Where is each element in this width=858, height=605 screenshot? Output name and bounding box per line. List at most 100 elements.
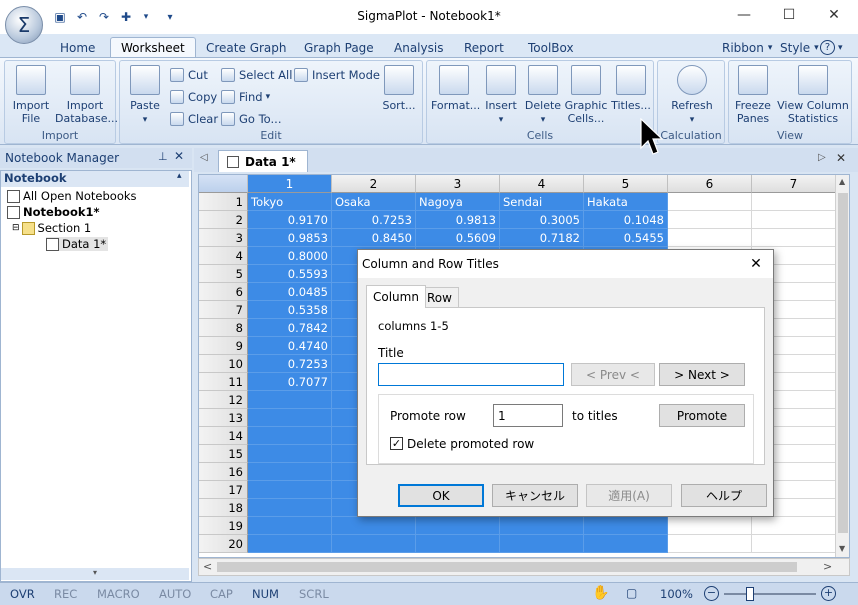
row-header[interactable]: 11 xyxy=(199,373,248,391)
zoom-slider-thumb[interactable] xyxy=(746,587,754,601)
next-button[interactable]: > Next > xyxy=(659,363,745,386)
row-header[interactable]: 13 xyxy=(199,409,248,427)
data-cell[interactable] xyxy=(332,535,416,553)
freeze-panes-button[interactable]: Freeze Panes xyxy=(731,65,775,125)
tab-analysis[interactable]: Analysis xyxy=(384,37,453,58)
close-document-icon[interactable]: ✕ xyxy=(836,151,846,165)
row-header[interactable]: 7 xyxy=(199,301,248,319)
graphic-cells-button[interactable]: Graphic Cells... xyxy=(563,65,609,125)
data-cell[interactable]: 0.9853 xyxy=(248,229,332,247)
data-cell[interactable] xyxy=(248,391,332,409)
collapse-tree-icon[interactable]: ⊟ xyxy=(12,223,20,233)
column-title-cell[interactable] xyxy=(752,193,836,211)
data-cell[interactable] xyxy=(248,517,332,535)
scroll-up-icon[interactable]: ▲ xyxy=(839,177,845,186)
tab-scroll-right-icon[interactable]: ▷ xyxy=(818,152,826,163)
row-header[interactable]: 18 xyxy=(199,499,248,517)
tab-worksheet[interactable]: Worksheet xyxy=(110,37,196,58)
data-cell[interactable]: 0.5455 xyxy=(584,229,668,247)
column-header[interactable]: 4 xyxy=(500,175,584,193)
data-cell[interactable] xyxy=(248,535,332,553)
tab-graph-page[interactable]: Graph Page xyxy=(294,37,384,58)
data-cell[interactable] xyxy=(332,517,416,535)
vertical-scrollbar[interactable]: ▲ ▼ xyxy=(835,175,849,557)
import-database-button[interactable]: Import Database... xyxy=(55,65,118,125)
delete-button[interactable]: Delete ▾ xyxy=(523,65,563,127)
prev-button[interactable]: < Prev < xyxy=(571,363,655,386)
column-header[interactable]: 6 xyxy=(668,175,752,193)
column-header[interactable]: 2 xyxy=(332,175,416,193)
select-object-icon[interactable]: ▢ xyxy=(626,586,637,600)
row-header[interactable]: 10 xyxy=(199,355,248,373)
tab-create-graph[interactable]: Create Graph xyxy=(196,37,297,58)
tab-home[interactable]: Home xyxy=(50,37,105,58)
dialog-tab-column[interactable]: Column xyxy=(366,285,426,308)
delete-promoted-checkbox[interactable]: ✓ xyxy=(390,437,403,450)
data-cell[interactable] xyxy=(248,463,332,481)
goto-button[interactable]: Go To... xyxy=(221,110,281,128)
data-cell[interactable] xyxy=(500,535,584,553)
row-header[interactable]: 12 xyxy=(199,391,248,409)
scroll-down-icon[interactable]: ▾ xyxy=(1,568,189,580)
row-header[interactable]: 5 xyxy=(199,265,248,283)
row-header[interactable]: 3 xyxy=(199,229,248,247)
select-all-button[interactable]: Select All xyxy=(221,66,292,84)
title-input[interactable] xyxy=(378,363,564,386)
pin-icon[interactable]: ⊥ xyxy=(158,150,168,163)
data-cell[interactable] xyxy=(248,481,332,499)
zoom-in-icon[interactable]: + xyxy=(821,586,836,601)
tree-item-section[interactable]: ⊟ Section 1 xyxy=(12,221,91,235)
format-button[interactable]: Format... xyxy=(431,65,480,112)
import-file-button[interactable]: Import File xyxy=(9,65,53,125)
tree-item-all-open-notebooks[interactable]: All Open Notebooks xyxy=(7,189,137,203)
column-title-cell[interactable] xyxy=(668,193,752,211)
data-cell[interactable]: 0.5593 xyxy=(248,265,332,283)
close-icon[interactable]: ✕ xyxy=(174,149,184,163)
column-header[interactable]: 5 xyxy=(584,175,668,193)
row-header[interactable]: 14 xyxy=(199,427,248,445)
paste-button[interactable]: Paste ▾ xyxy=(124,65,166,127)
data-cell[interactable] xyxy=(500,517,584,535)
insert-mode-button[interactable]: Insert Mode xyxy=(294,66,380,84)
data-cell[interactable] xyxy=(668,535,752,553)
scroll-left-icon[interactable]: < xyxy=(203,560,212,573)
data-cell[interactable]: 0.0485 xyxy=(248,283,332,301)
data-cell[interactable] xyxy=(248,445,332,463)
scroll-right-icon[interactable]: > xyxy=(823,560,832,573)
data-cell[interactable] xyxy=(752,535,836,553)
pan-hand-icon[interactable]: ✋ xyxy=(592,585,609,601)
zoom-out-icon[interactable]: − xyxy=(704,586,719,601)
data-cell[interactable]: 0.7077 xyxy=(248,373,332,391)
data-cell[interactable]: 0.8000 xyxy=(248,247,332,265)
data-cell[interactable] xyxy=(416,517,500,535)
data-cell[interactable]: 0.7253 xyxy=(332,211,416,229)
data-cell[interactable] xyxy=(416,535,500,553)
data-cell[interactable] xyxy=(584,517,668,535)
tree-item-data[interactable]: Data 1* xyxy=(46,237,109,251)
column-title-cell[interactable]: Osaka xyxy=(332,193,416,211)
row-header[interactable]: 19 xyxy=(199,517,248,535)
data-cell[interactable]: 0.3005 xyxy=(500,211,584,229)
data-cell[interactable]: 0.7253 xyxy=(248,355,332,373)
select-all-corner[interactable] xyxy=(199,175,248,193)
cancel-button[interactable]: キャンセル xyxy=(492,484,578,507)
row-header[interactable]: 15 xyxy=(199,445,248,463)
data-cell[interactable] xyxy=(668,211,752,229)
horizontal-scroll-thumb[interactable] xyxy=(217,562,797,572)
find-button[interactable]: Find ▾ xyxy=(221,88,270,106)
data-cell[interactable] xyxy=(668,517,752,535)
sort-button[interactable]: Sort... xyxy=(378,65,420,112)
horizontal-scrollbar[interactable]: < > xyxy=(198,558,850,576)
data-cell[interactable] xyxy=(248,499,332,517)
data-cell[interactable]: 0.9170 xyxy=(248,211,332,229)
data-cell[interactable] xyxy=(752,229,836,247)
help-button[interactable]: ヘルプ xyxy=(681,484,767,507)
insert-button[interactable]: Insert ▾ xyxy=(479,65,523,127)
data-cell[interactable]: 0.1048 xyxy=(584,211,668,229)
minimize-button[interactable]: — xyxy=(729,4,759,26)
application-button[interactable]: Σ xyxy=(5,6,43,44)
new-item-icon[interactable]: ✚ xyxy=(118,9,134,25)
help-button[interactable]: ? ▾ xyxy=(816,37,847,58)
row-header[interactable]: 8 xyxy=(199,319,248,337)
zoom-slider[interactable] xyxy=(724,593,816,595)
